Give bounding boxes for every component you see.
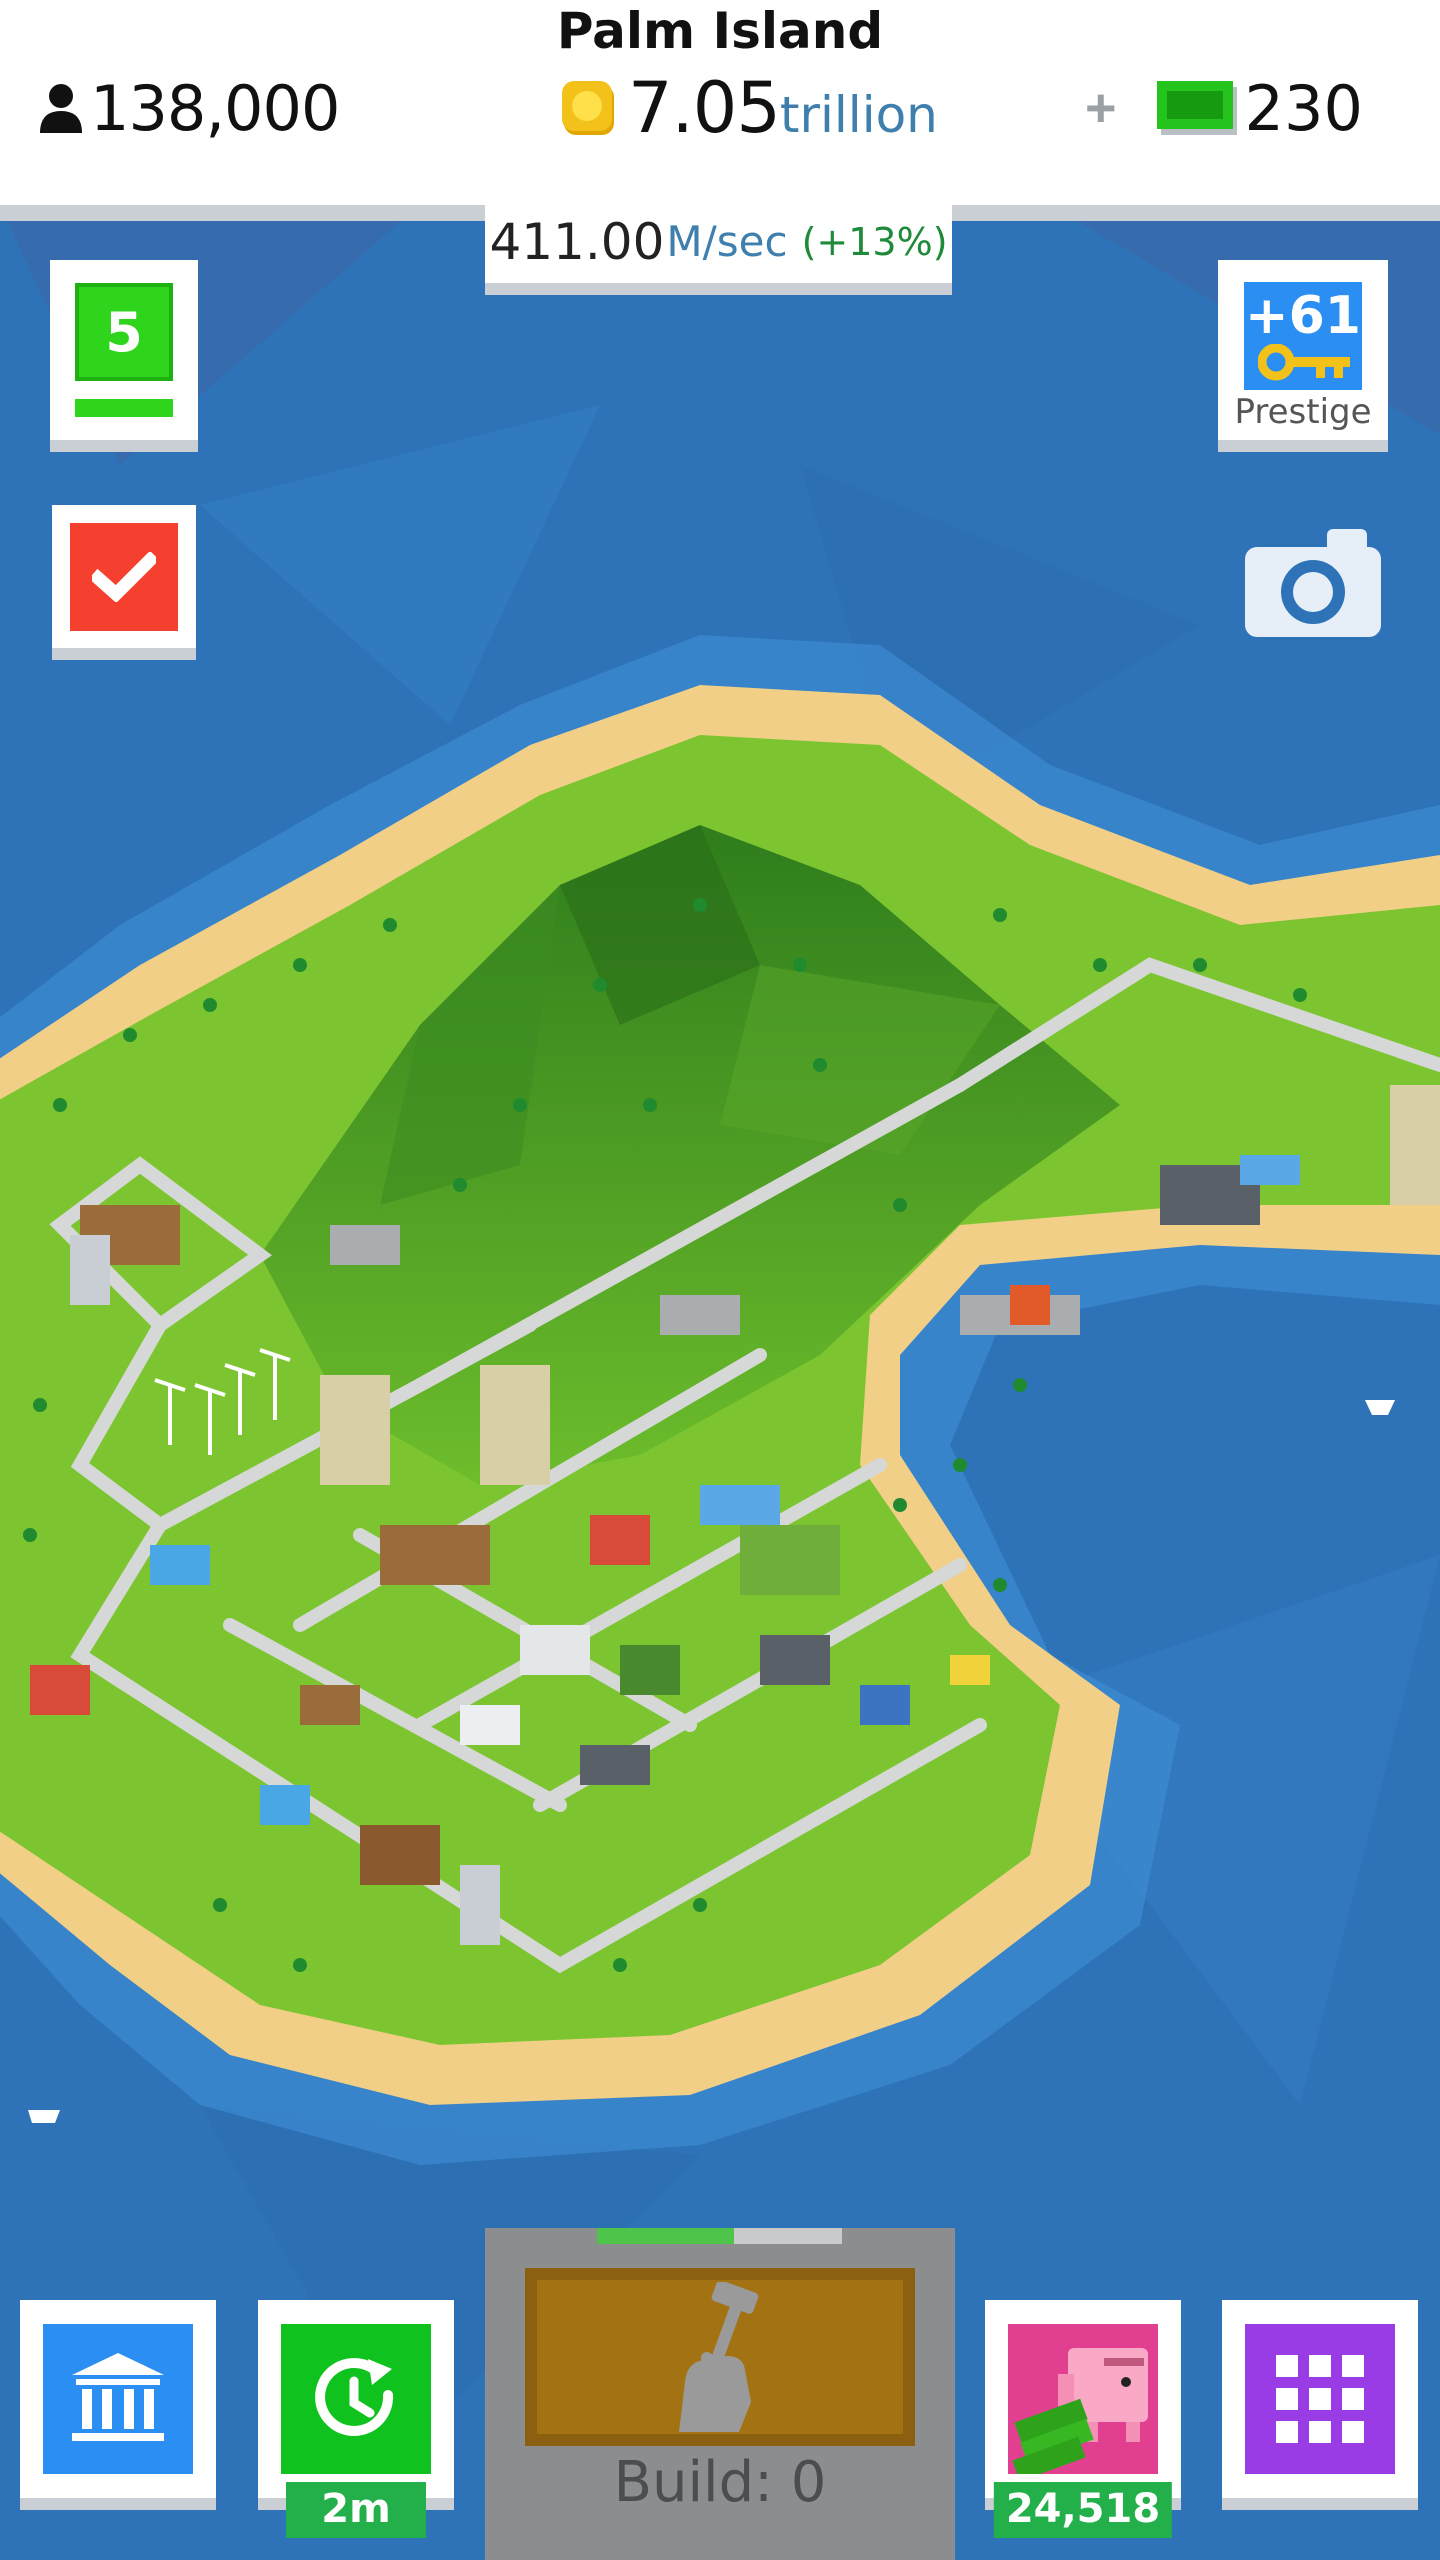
money-unit: trillion xyxy=(779,86,938,144)
check-icon xyxy=(70,522,178,631)
menu-button[interactable] xyxy=(1222,2300,1418,2510)
cash-stat[interactable]: + 230 xyxy=(1085,68,1363,148)
income-rate-bonus: (+13%) xyxy=(801,219,948,264)
population-stat: 138,000 xyxy=(38,68,340,148)
build-label: Build: 0 xyxy=(613,2450,827,2515)
build-hammer-icon xyxy=(679,2282,759,2432)
boost-timer: 2m xyxy=(286,2482,426,2538)
piggy-bank-amount: 24,518 xyxy=(993,2482,1173,2538)
build-progress-fill xyxy=(597,2228,735,2244)
income-rate-tab[interactable]: 411.00 M/sec (+13%) xyxy=(485,200,952,295)
time-boost-icon xyxy=(281,2324,431,2474)
cash-icon xyxy=(1156,81,1237,135)
key-icon xyxy=(1258,344,1350,381)
person-icon xyxy=(40,84,82,133)
bank-icon xyxy=(43,2324,193,2474)
time-boost-button[interactable]: 2m xyxy=(258,2300,454,2538)
coin-icon xyxy=(562,81,614,135)
top-status-bar: Palm Island 138,000 7.05 trillion + 230 xyxy=(0,0,1440,205)
piggy-bank-button[interactable]: 24,518 xyxy=(985,2300,1181,2538)
grid-menu-icon xyxy=(1245,2324,1395,2474)
income-rate-value: 411.00 xyxy=(489,212,665,271)
build-button[interactable] xyxy=(525,2268,915,2446)
goals-button[interactable] xyxy=(52,505,196,660)
buy-cash-plus-icon[interactable]: + xyxy=(1085,77,1117,139)
income-rate-unit: M/sec xyxy=(666,217,788,266)
piggy-bank-icon xyxy=(1008,2324,1158,2474)
prestige-label: Prestige xyxy=(1234,392,1372,432)
level-button[interactable]: 5 xyxy=(50,260,198,452)
money-value: 7.05 xyxy=(628,67,781,149)
bank-button[interactable] xyxy=(20,2300,216,2510)
prestige-badge: +61 xyxy=(1244,282,1362,390)
build-panel: Build: 0 xyxy=(485,2228,955,2560)
cash-value: 230 xyxy=(1244,71,1363,145)
camera-icon[interactable] xyxy=(1245,525,1385,640)
island-map[interactable] xyxy=(0,205,1440,2560)
build-progress-bar xyxy=(597,2228,842,2244)
population-value: 138,000 xyxy=(90,71,340,145)
level-progress-bar xyxy=(75,399,173,417)
prestige-button[interactable]: +61 Prestige xyxy=(1218,260,1388,452)
level-value: 5 xyxy=(75,283,173,381)
city-name[interactable]: Palm Island xyxy=(0,2,1440,60)
money-stat: 7.05 trillion xyxy=(560,67,938,149)
